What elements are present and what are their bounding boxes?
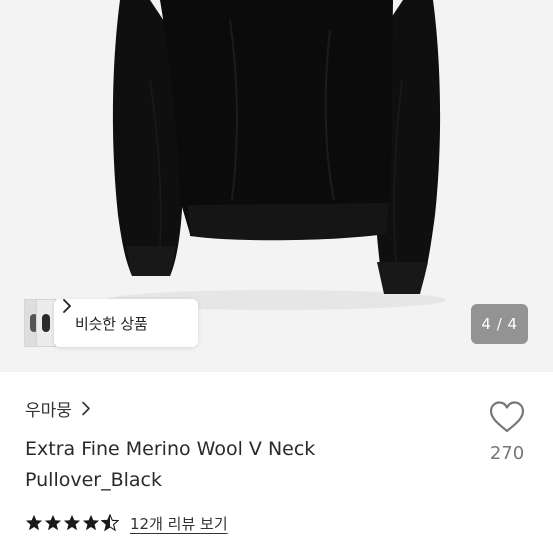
review-link[interactable]: 12개 리뷰 보기 bbox=[130, 513, 228, 534]
chevron-right-icon bbox=[63, 299, 71, 313]
product-image-carousel[interactable]: 비슷한 상품 4 / 4 bbox=[0, 0, 553, 372]
product-title-line: Extra Fine Merino Wool V Neck bbox=[25, 438, 316, 460]
like-count: 270 bbox=[489, 443, 525, 464]
product-detail-screen: 비슷한 상품 4 / 4 우마뭉 Extra Fine Merino Wool … bbox=[0, 0, 553, 553]
brand-link[interactable]: 우마뭉 bbox=[25, 396, 91, 421]
heart-outline-icon bbox=[489, 401, 525, 433]
similar-products-button[interactable]: 비슷한 상품 bbox=[54, 299, 198, 347]
star-full-icon bbox=[82, 514, 100, 531]
rating-row: 12개 리뷰 보기 bbox=[25, 510, 228, 536]
similar-thumbnail bbox=[36, 299, 56, 347]
product-title: Extra Fine Merino Wool V Neck Pullover_B… bbox=[25, 434, 365, 496]
product-title-line: Pullover_Black bbox=[25, 469, 162, 491]
product-info: 우마뭉 Extra Fine Merino Wool V Neck Pullov… bbox=[0, 372, 553, 553]
star-half-icon bbox=[101, 514, 119, 532]
brand-name: 우마뭉 bbox=[25, 400, 72, 421]
image-page-indicator: 4 / 4 bbox=[471, 304, 528, 344]
star-full-icon bbox=[63, 514, 81, 531]
star-full-icon bbox=[25, 514, 43, 531]
chevron-right-icon bbox=[82, 401, 90, 415]
similar-products-label: 비슷한 상품 bbox=[75, 314, 148, 333]
star-rating bbox=[25, 514, 120, 532]
star-full-icon bbox=[44, 514, 62, 531]
like-button[interactable]: 270 bbox=[484, 400, 530, 474]
